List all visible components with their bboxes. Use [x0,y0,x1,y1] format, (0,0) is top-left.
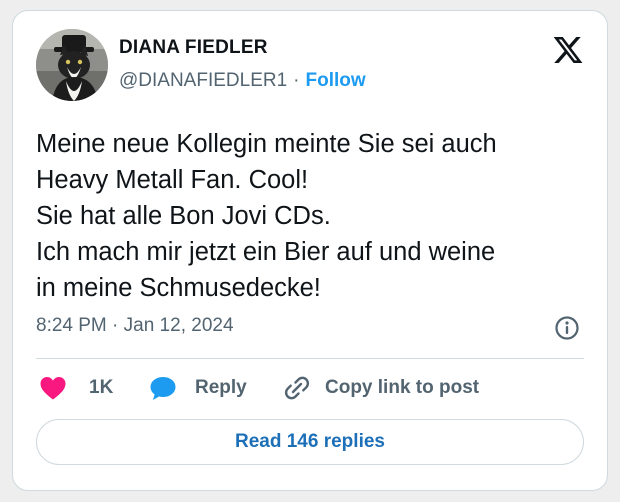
author-name[interactable]: DIANA FIEDLER [119,37,268,59]
speech-bubble-icon [149,375,177,401]
tweet-line: Meine neue Kollegin meinte Sie sei auch [36,130,497,158]
tweet-line: in meine Schmusedecke! [36,274,321,302]
heart-icon [39,375,67,401]
like-button[interactable]: 1K [39,373,113,403]
copy-link-label: Copy link to post [325,377,480,398]
avatar-image [36,29,108,101]
author-handle-row: @DIANAFIEDLER1 · Follow [119,70,366,92]
like-count: 1K [89,377,114,398]
follow-button[interactable]: Follow [306,70,366,91]
x-logo-icon[interactable] [552,35,584,65]
handle-separator: · [293,70,300,91]
tweet-line: Heavy Metall Fan. Cool! [36,166,309,194]
divider [36,358,584,359]
tweet-line: Sie hat alle Bon Jovi CDs. [36,202,331,230]
tweet-line: Ich mach mir jetzt ein Bier auf und wein… [36,238,496,266]
avatar[interactable] [36,29,108,101]
reply-button[interactable]: Reply [149,373,247,403]
tweet-card: DIANA FIEDLER @DIANAFIEDLER1 · Follow Mein… [12,10,608,491]
author-handle[interactable]: @DIANAFIEDLER1 [119,70,287,91]
info-icon[interactable] [554,315,580,341]
tweet-text: Meine neue Kollegin meinte Sie sei auch … [36,126,592,306]
copy-link-button[interactable]: Copy link to post [283,373,479,403]
link-icon [283,374,311,402]
reply-label: Reply [195,377,247,398]
tweet-timestamp[interactable]: 8:24 PM · Jan 12, 2024 [36,315,234,337]
read-replies-button[interactable]: Read 146 replies [36,419,584,465]
